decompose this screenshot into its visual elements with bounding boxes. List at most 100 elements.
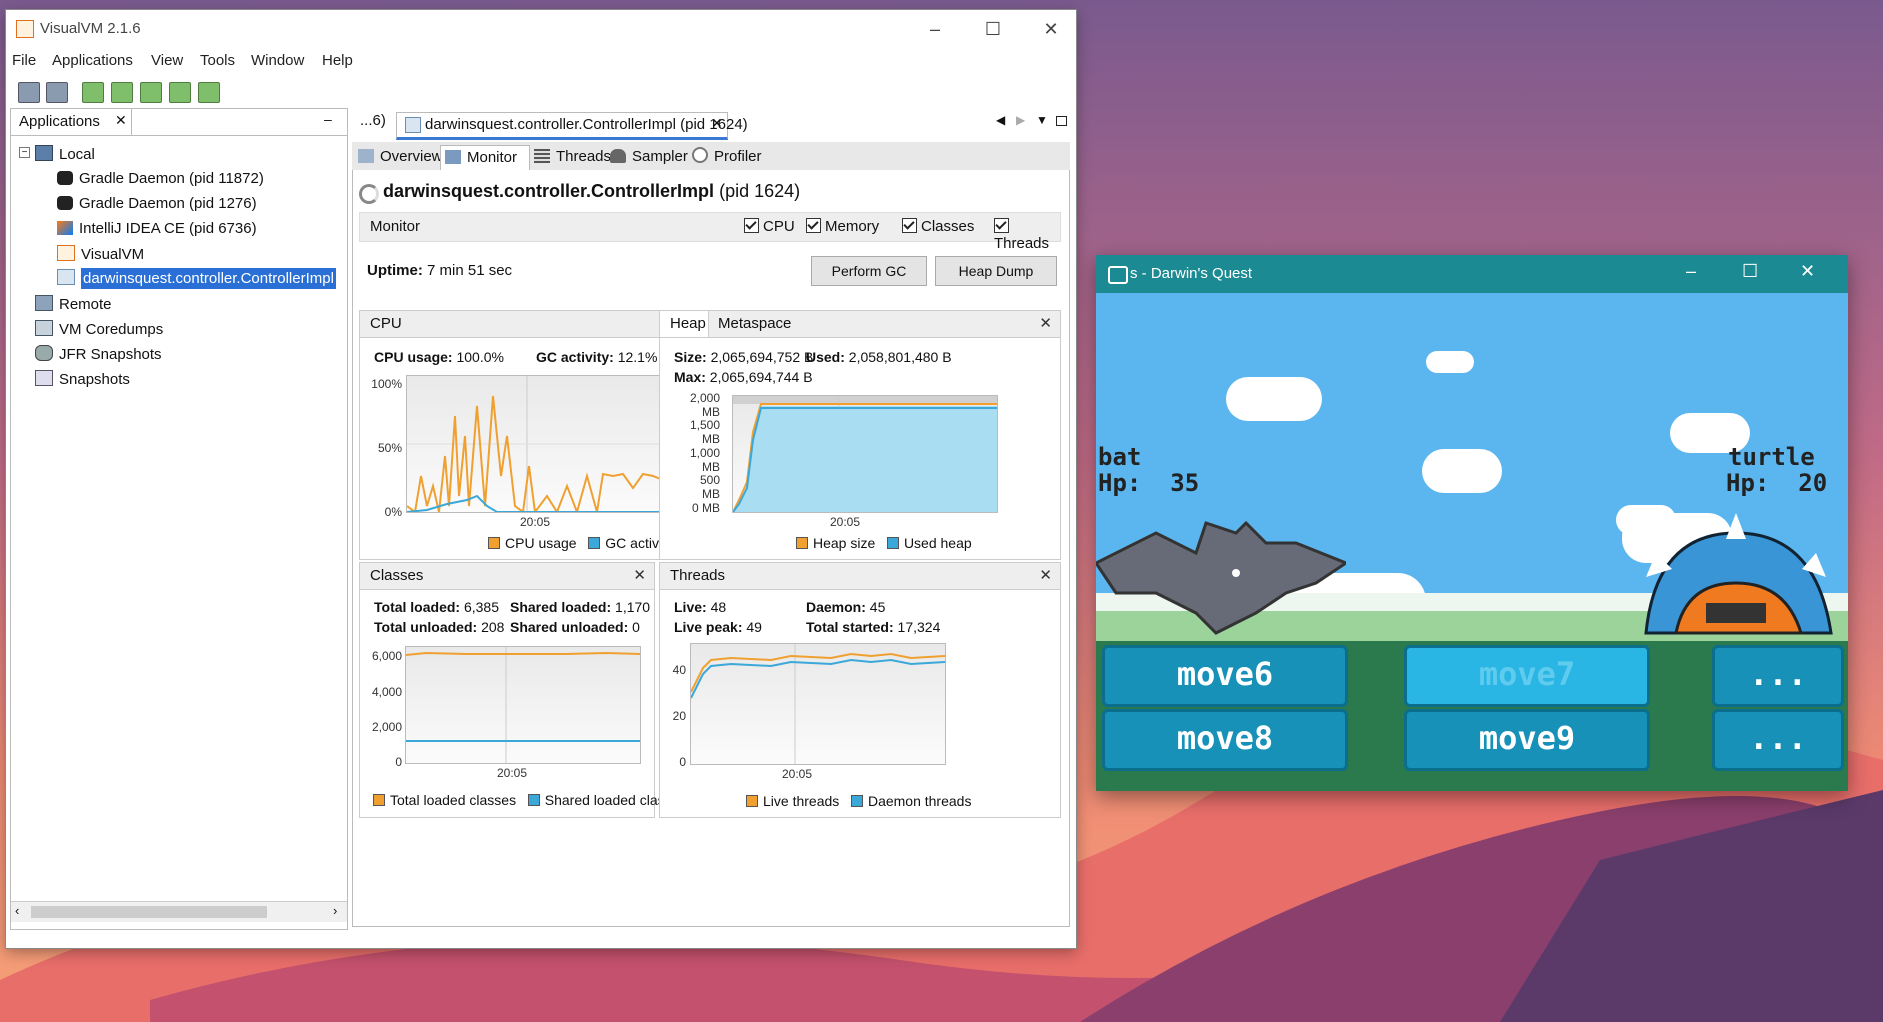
close-doc-tab-icon[interactable]: ✕ bbox=[711, 115, 723, 132]
scroll-tabs-left-icon[interactable]: ◀ bbox=[996, 113, 1005, 127]
close-threads-panel-icon[interactable]: ✕ bbox=[1039, 566, 1052, 584]
turtle-sprite bbox=[1644, 513, 1833, 635]
tree-node-remote[interactable]: Remote bbox=[35, 295, 112, 313]
move8-button[interactable]: move8 bbox=[1102, 709, 1348, 771]
cpu-chart bbox=[406, 375, 692, 513]
active-doc-tab[interactable]: darwinsquest.controller.ControllerImpl (… bbox=[396, 112, 748, 140]
monitor-icon bbox=[445, 150, 461, 164]
more-moves-button-1[interactable]: ... bbox=[1712, 645, 1844, 707]
tree-label-local: Local bbox=[59, 146, 95, 163]
classes-checkbox[interactable]: Classes bbox=[902, 218, 974, 235]
gradle-icon bbox=[57, 171, 73, 185]
tree-item-visualvm[interactable]: VisualVM bbox=[57, 245, 144, 263]
add-coredump-icon[interactable] bbox=[140, 82, 162, 103]
tree-item-controllerimpl[interactable]: darwinsquest.controller.ControllerImpl bbox=[57, 268, 347, 289]
game-window-title: s - Darwin's Quest bbox=[1130, 265, 1253, 282]
maximize-button[interactable]: ☐ bbox=[964, 10, 1022, 48]
load-snapshot-icon[interactable] bbox=[169, 82, 191, 103]
tree-item-gradle-11872[interactable]: Gradle Daemon (pid 11872) bbox=[57, 170, 264, 187]
heap-max-stat: Max: 2,065,694,744 B bbox=[674, 369, 813, 385]
close-tab-icon[interactable]: ✕ bbox=[115, 112, 127, 129]
tree-item-intellij[interactable]: IntelliJ IDEA CE (pid 6736) bbox=[57, 220, 257, 237]
applications-tab-label: Applications bbox=[19, 113, 100, 130]
move7-button[interactable]: move7 bbox=[1404, 645, 1650, 707]
more-moves-button-2[interactable]: ... bbox=[1712, 709, 1844, 771]
tree-node-jfr-snapshots[interactable]: JFR Snapshots bbox=[35, 345, 162, 363]
tab-threads[interactable]: Threads bbox=[534, 145, 611, 169]
heap-chart bbox=[732, 395, 998, 513]
game-maximize-button[interactable]: ☐ bbox=[1742, 261, 1758, 282]
threads-legend: Live threads Daemon threads bbox=[746, 793, 971, 809]
open-icon[interactable] bbox=[18, 82, 40, 103]
visualvm-window: VisualVM 2.1.6 – ☐ ✕ File Applications V… bbox=[6, 10, 1076, 948]
overview-icon bbox=[358, 149, 374, 163]
horizontal-scrollbar[interactable]: ‹ › bbox=[11, 901, 347, 922]
tab-overview[interactable]: Overview bbox=[358, 145, 443, 169]
perform-gc-button[interactable]: Perform GC bbox=[811, 256, 927, 286]
scroll-left-icon[interactable]: ‹ bbox=[15, 903, 19, 918]
heap-panel: Heap Metaspace ✕ Size: 2,065,694,752 B U… bbox=[659, 310, 1061, 560]
threads-chart bbox=[690, 643, 946, 765]
move6-button[interactable]: move6 bbox=[1102, 645, 1348, 707]
right-monster-name: turtle bbox=[1728, 443, 1815, 471]
minimize-button[interactable]: – bbox=[906, 10, 964, 48]
menu-window[interactable]: Window bbox=[251, 52, 304, 69]
scrollbar-thumb[interactable] bbox=[31, 906, 267, 918]
minimize-pane-icon[interactable]: – bbox=[324, 111, 332, 127]
editor-pane: ...6) darwinsquest.controller.Controller… bbox=[350, 108, 1072, 928]
java-window-icon bbox=[1108, 266, 1128, 284]
applications-tab[interactable]: Applications ✕ bbox=[11, 109, 132, 135]
classes-chart bbox=[405, 646, 641, 764]
daemon-threads-line bbox=[691, 658, 945, 699]
menu-applications[interactable]: Applications bbox=[52, 52, 133, 69]
gc-activity-stat: GC activity: 12.1% bbox=[536, 349, 658, 365]
tab-sampler[interactable]: Sampler bbox=[610, 145, 688, 169]
visualvm-titlebar: VisualVM 2.1.6 – ☐ ✕ bbox=[6, 10, 1076, 48]
memory-checkbox[interactable]: Memory bbox=[806, 218, 879, 235]
jfr-icon bbox=[35, 345, 53, 361]
tab-profiler[interactable]: Profiler bbox=[692, 145, 762, 169]
game-minimize-button[interactable]: – bbox=[1686, 261, 1696, 282]
add-jmx-connection-icon[interactable] bbox=[82, 82, 104, 103]
metaspace-tab[interactable]: Metaspace bbox=[718, 315, 791, 332]
used-heap-stat: Used: 2,058,801,480 B bbox=[806, 349, 952, 365]
visualvm-logo-icon bbox=[16, 20, 34, 38]
heap-dump-button[interactable]: Heap Dump bbox=[935, 256, 1057, 286]
monitor-content: darwinsquest.controller.ControllerImpl (… bbox=[352, 170, 1070, 927]
tab-list-dropdown-icon[interactable]: ▼ bbox=[1036, 113, 1048, 127]
scroll-right-icon[interactable]: › bbox=[333, 903, 337, 918]
menu-view[interactable]: View bbox=[151, 52, 183, 69]
applications-pane: Applications ✕ – − Local Gradle Daemon (… bbox=[10, 108, 348, 930]
add-remote-host-icon[interactable] bbox=[111, 82, 133, 103]
close-heap-panel-icon[interactable]: ✕ bbox=[1039, 314, 1052, 332]
tree-node-local[interactable]: − Local bbox=[19, 145, 95, 163]
maximize-doc-icon[interactable] bbox=[1056, 116, 1067, 126]
cpu-checkbox[interactable]: CPU bbox=[744, 218, 795, 235]
previous-doc-tab[interactable]: ...6) bbox=[360, 112, 386, 136]
menu-file[interactable]: File bbox=[12, 52, 36, 69]
game-close-button[interactable]: ✕ bbox=[1800, 261, 1815, 282]
monitor-bar: Monitor CPU Memory Classes Threads bbox=[359, 212, 1061, 252]
live-threads-stat: Live: 48 bbox=[674, 599, 727, 615]
cpu-usage-line bbox=[407, 395, 690, 512]
tree-node-vm-coredumps[interactable]: VM Coredumps bbox=[35, 320, 163, 338]
menu-tools[interactable]: Tools bbox=[200, 52, 235, 69]
threads-panel: Threads ✕ Live: 48 Daemon: 45 Live peak: … bbox=[659, 562, 1061, 818]
save-icon[interactable] bbox=[46, 82, 68, 103]
computer-icon bbox=[35, 145, 53, 161]
close-button[interactable]: ✕ bbox=[1022, 10, 1080, 48]
collapse-icon[interactable]: − bbox=[19, 147, 30, 158]
visualvm-icon bbox=[57, 245, 75, 261]
scroll-tabs-right-icon[interactable]: ▶ bbox=[1016, 113, 1025, 127]
tree-item-gradle-1276[interactable]: Gradle Daemon (pid 1276) bbox=[57, 195, 257, 212]
heap-legend: Heap size Used heap bbox=[796, 535, 972, 551]
heap-tab[interactable]: Heap bbox=[660, 311, 709, 337]
tab-monitor[interactable]: Monitor bbox=[440, 145, 530, 170]
move9-button[interactable]: move9 bbox=[1404, 709, 1650, 771]
compare-snapshots-icon[interactable] bbox=[198, 82, 220, 103]
tree-node-snapshots[interactable]: Snapshots bbox=[35, 370, 130, 388]
toolbar bbox=[6, 75, 1076, 107]
menu-help[interactable]: Help bbox=[322, 52, 353, 69]
threads-checkbox[interactable]: Threads bbox=[994, 218, 1060, 252]
remote-icon bbox=[35, 295, 53, 311]
